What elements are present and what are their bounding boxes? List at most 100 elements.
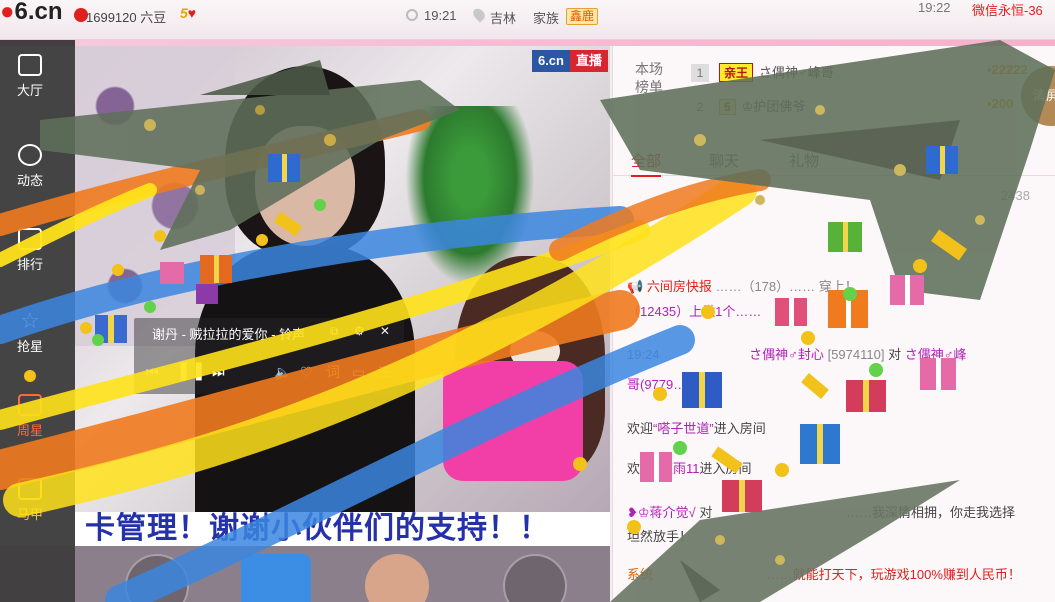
notice-title[interactable]: 六间房快报 [647, 279, 712, 294]
location-text: 吉林 [490, 11, 517, 26]
nav-label: 周星 [16, 423, 43, 438]
prev-track-icon[interactable]: ⏮ [146, 364, 159, 380]
rank-title-badge: 5 [719, 99, 736, 115]
compass-icon [18, 144, 42, 166]
lyrics-toggle[interactable]: 词 [326, 364, 340, 380]
nav-item-activity[interactable]: 动态 [0, 144, 60, 190]
streamer-face [255, 126, 355, 246]
brand-label: 6.cn [531, 50, 570, 72]
rank-row[interactable]: 2 5 ♔护团佛爷 ▪200 [691, 96, 1013, 118]
nav-label: 抢星 [16, 339, 43, 354]
guest-slot-3[interactable] [365, 554, 429, 602]
live-label: 直播 [569, 50, 608, 72]
long-message: ❥♔蒋介觉√ 对 ……我深情相拥，你走我选择 [627, 502, 1015, 521]
clock-icon [406, 9, 418, 21]
rank-coins: ▪200 [987, 96, 1014, 111]
nav-item-vest[interactable]: 马甲 [0, 478, 60, 524]
rank-header-line2: 榜单 [635, 79, 663, 95]
welcome-prefix: 欢迎 [627, 421, 654, 436]
rank-title-badge: 亲王 [719, 63, 754, 82]
top-bar: ●6.cn 1699120 六豆 5♥ 19:21 吉林 家族 鑫鹿 19:22… [0, 0, 1055, 40]
live-video[interactable]: 6.cn 直播 [75, 46, 610, 512]
message-time: 19:24 [627, 347, 660, 362]
screen-icon[interactable]: ▭ [352, 364, 365, 380]
song-title: 谢丹 - 贼拉拉的爱你 - 铃声 [152, 327, 306, 342]
nav-item-hall[interactable]: 大厅 [0, 54, 60, 100]
pink-pillow [443, 361, 583, 481]
star-icon: ☆ [20, 308, 40, 333]
guest-slot-4[interactable] [503, 554, 567, 602]
chat-panel: 本场 榜单 1 亲王 さ偶神♂峰哥 ▪22222 2 5 ♔护团佛爷 ▪200 全部 聊… [612, 46, 1055, 602]
nav-label: 动态 [16, 173, 43, 188]
chat-message: 19:24 さ偶神♂封心 [5974110] 对 さ偶神♂峰 [627, 344, 966, 363]
chat-message-cont: 哥(9779…) [627, 374, 691, 393]
notice-text-2: （12435）上缴1个…… [627, 304, 762, 319]
music-player[interactable]: 谢丹 - 贼拉拉的爱你 - 铃声 ⧉ ⚙ ✕ ⏮ ❚❚ ⏭ 🔈 ♡ 词 ▭ ☰ [134, 318, 404, 394]
guest-thumbnails [75, 546, 610, 602]
next-track-icon[interactable]: ⏭ [212, 364, 225, 380]
notice-text: ……（178）…… 穿上！ [715, 279, 858, 294]
logo-text: 6.cn [14, 0, 63, 25]
location-icon [470, 6, 488, 23]
current-time: 19:21 [424, 8, 457, 23]
guest-slot-1[interactable] [125, 554, 189, 602]
scrolling-banner: 卡管理！谢谢小伙伴们的支持！！ [75, 512, 610, 546]
welcome-suffix: 进入房间 [699, 461, 752, 476]
tab-gift[interactable]: 礼物 [789, 150, 819, 171]
system-text: ……就能打天下，玩游戏100%赚到人民币！ [766, 567, 1021, 582]
nav-label: 马甲 [16, 507, 43, 522]
welcome-message: 欢迎“嗒子世道”进入房间 [627, 418, 766, 437]
message-uid: [5974110] [827, 347, 885, 362]
tab-all[interactable]: 全部 [631, 150, 662, 177]
guest-slot-2[interactable] [241, 554, 311, 602]
system-prefix: 系统 [627, 567, 654, 582]
rank-coins-value: 200 [991, 96, 1014, 111]
nav-item-weekly-star[interactable]: 周星 [0, 394, 60, 440]
pause-icon[interactable]: ❚❚ [176, 361, 206, 379]
volume-icon[interactable]: 🔈 [274, 364, 291, 380]
welcome-user[interactable]: “嗒子世道” [653, 421, 714, 436]
playlist-icon[interactable]: ☰ [378, 364, 391, 380]
message-text: ……我深情相拥，你走我选择 [845, 505, 1015, 520]
right-notice[interactable]: 微信永恒-36 [972, 0, 1043, 19]
nav-item-grab-star[interactable]: ☆ 抢星 [0, 310, 60, 356]
right-time: 19:22 [918, 0, 951, 15]
welcome-prefix: 欢 [627, 461, 641, 476]
long-message-cont: 坦然放手！ [627, 526, 692, 545]
chat-tabs: 全部 聊天 礼物 [613, 142, 1055, 177]
welcome-user[interactable]: 夜雨11 [660, 461, 700, 476]
rank-user-name: ♔护团佛爷 [741, 99, 806, 114]
rank-coins: ▪22222 [987, 62, 1028, 77]
nav-label: 大厅 [16, 83, 43, 98]
message-text-cont: 坦然放手！ [627, 529, 693, 544]
player-window-tools[interactable]: ⧉ ⚙ ✕ [330, 324, 396, 339]
site-logo[interactable]: ●6.cn [0, 0, 72, 26]
system-message: 系统 ……就能打天下，玩游戏100%赚到人民币！ [627, 564, 1021, 583]
beans-balance: 1699120 六豆 [86, 10, 167, 25]
nav-label: 排行 [16, 257, 43, 272]
tv-icon [18, 54, 42, 76]
rank-user-name: さ偶神♂峰哥 [759, 65, 834, 80]
tab-chat[interactable]: 聊天 [709, 150, 739, 171]
shirt-icon [18, 478, 42, 500]
message-user[interactable]: さ偶神♂封心 [749, 347, 824, 362]
message-to: 对 [888, 347, 902, 362]
rank-row[interactable]: 1 亲王 さ偶神♂峰哥 ▪22222 [691, 62, 1028, 84]
like-heart-icon[interactable]: ♡ [300, 364, 313, 380]
rank-header-line1: 本场 [635, 61, 663, 77]
banner-text: 卡管理！谢谢小伙伴们的支持！！ [85, 512, 550, 545]
rank-number: 2 [696, 100, 704, 114]
nav-item-ranking[interactable]: 排行 [0, 228, 60, 274]
family-badge[interactable]: 鑫鹿 [566, 8, 599, 25]
misc-number: 2438 [1001, 188, 1030, 203]
chat-notice: 📢 六间房快报 ……（178）…… 穿上！ [627, 276, 858, 295]
chat-notice: （12435）上缴1个…… [627, 301, 761, 320]
user-level-badge: 5♥ [180, 5, 197, 21]
welcome-suffix: 进入房间 [713, 421, 766, 436]
rank-number: 1 [691, 64, 709, 82]
message-user[interactable]: ❥♔蒋介觉√ [627, 505, 696, 520]
rank-coins-value: 22222 [991, 62, 1028, 77]
message-to: 对 [699, 505, 713, 520]
family-label: 家族 [533, 11, 560, 26]
message-target[interactable]: さ偶神♂峰 [905, 347, 967, 362]
